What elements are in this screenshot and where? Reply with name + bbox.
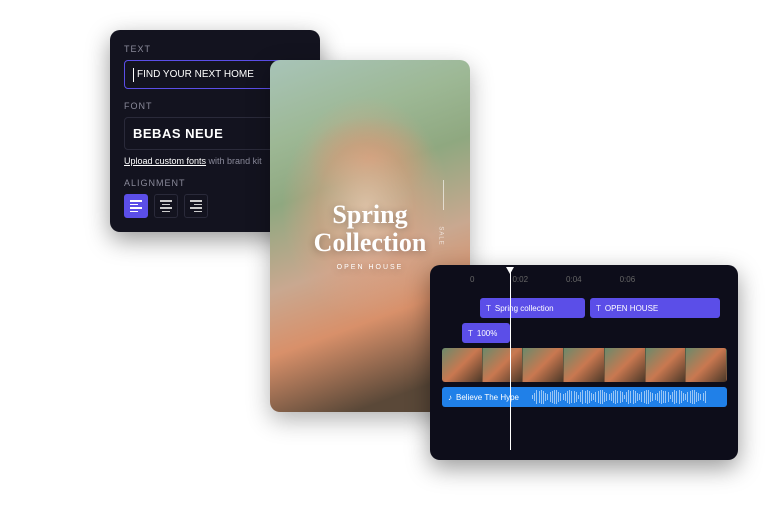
timeline-playhead[interactable] [510, 271, 511, 450]
font-name: BEBAS NEUE [133, 126, 223, 141]
text-icon: T [486, 304, 491, 313]
timeline-ruler[interactable]: 0 0:02 0:04 0:06 [430, 275, 738, 292]
text-section-label: TEXT [124, 44, 306, 54]
video-clip[interactable] [442, 348, 727, 382]
timeline-tracks: T Spring collection T OPEN HOUSE T 100% [430, 292, 738, 407]
text-icon: T [468, 329, 473, 338]
ruler-tick: 0 [470, 275, 474, 284]
align-left-button[interactable] [124, 194, 148, 218]
audio-waveform [532, 390, 721, 404]
video-thumbnail [483, 348, 524, 382]
text-track: T Spring collection T OPEN HOUSE [442, 298, 728, 318]
video-thumbnail [442, 348, 483, 382]
video-thumbnail [646, 348, 687, 382]
video-thumbnail [605, 348, 646, 382]
ruler-tick: 0:06 [620, 275, 636, 284]
ruler-tick: 0:04 [566, 275, 582, 284]
text-icon: T [596, 304, 601, 313]
video-thumbnail [686, 348, 727, 382]
preview-subtitle: OPEN HOUSE [337, 264, 404, 271]
preview-title: SpringCollection [314, 201, 427, 256]
scale-clip[interactable]: T 100% [462, 323, 510, 343]
audio-clip[interactable]: ♪ Believe The Hype [442, 387, 727, 407]
video-thumbnail [523, 348, 564, 382]
scale-track: T 100% [442, 323, 728, 343]
audio-track: ♪ Believe The Hype [442, 387, 728, 407]
music-icon: ♪ [448, 393, 452, 402]
text-clip-open-house[interactable]: T OPEN HOUSE [590, 298, 720, 318]
ruler-tick: 0:02 [512, 275, 528, 284]
timeline-panel: 0 0:02 0:04 0:06 T Spring collection T O… [430, 265, 738, 460]
align-right-button[interactable] [184, 194, 208, 218]
video-track-row [442, 348, 728, 382]
align-center-button[interactable] [154, 194, 178, 218]
text-clip-spring[interactable]: T Spring collection [480, 298, 585, 318]
video-thumbnail [564, 348, 605, 382]
